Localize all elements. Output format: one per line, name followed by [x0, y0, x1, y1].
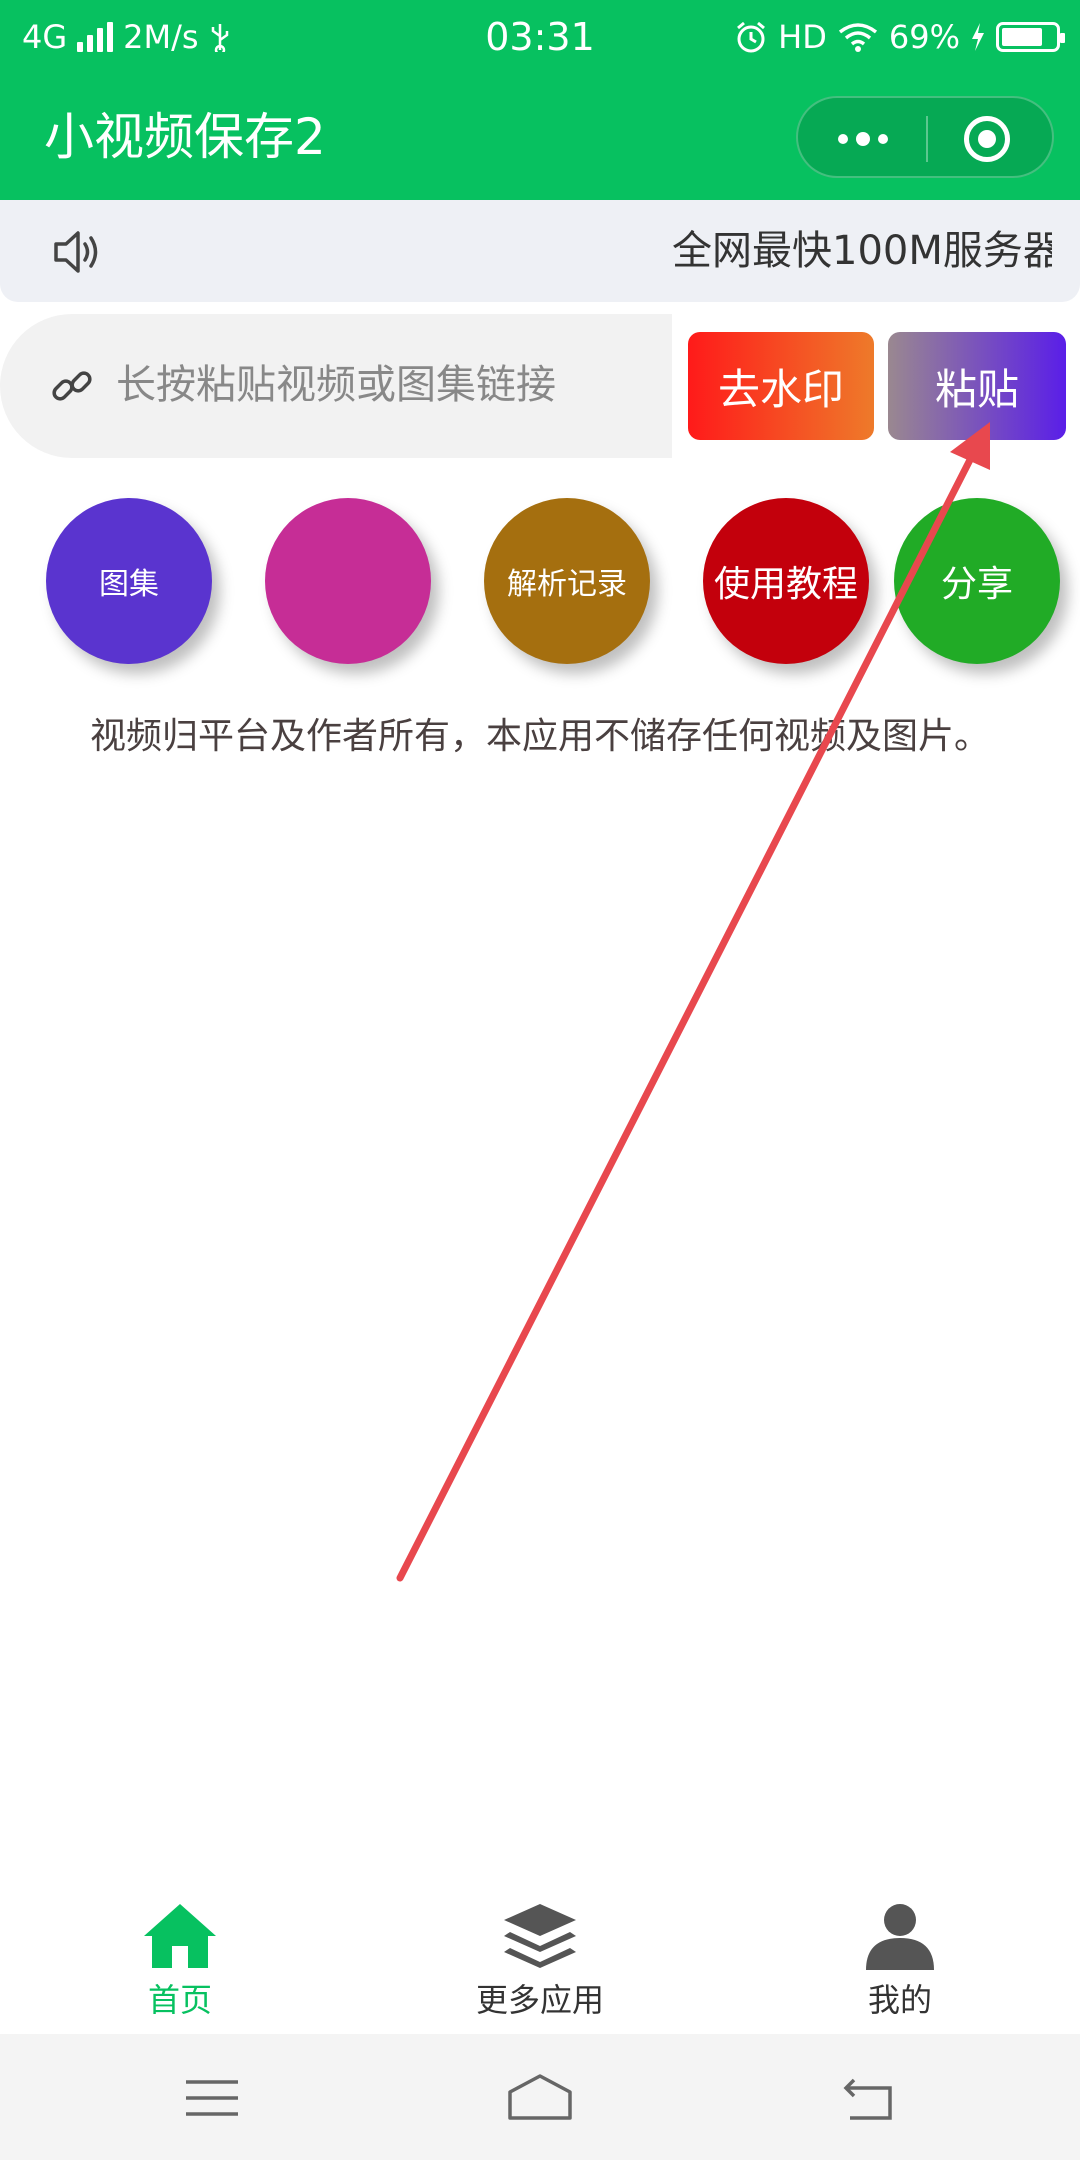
alarm-icon	[737, 21, 766, 53]
charging-icon	[972, 23, 984, 51]
hd-badge: HD	[778, 18, 827, 56]
notice-text: 全网最快100M服务器	[672, 228, 1052, 274]
battery-icon	[996, 22, 1065, 52]
link-icon	[52, 371, 92, 401]
status-right: HD 69%	[734, 14, 1065, 60]
more-dots-icon[interactable]	[828, 98, 898, 180]
system-nav-bar	[0, 2034, 1080, 2160]
tab-home[interactable]: 首页	[0, 1878, 360, 2034]
blank-circle-button[interactable]	[265, 498, 431, 664]
tab-more-apps[interactable]: 更多应用	[360, 1878, 720, 2034]
gallery-button[interactable]: 图集	[46, 498, 212, 664]
tutorial-button[interactable]: 使用教程	[703, 498, 869, 664]
link-input[interactable]: 长按粘贴视频或图集链接	[0, 314, 672, 458]
wifi-icon	[838, 23, 877, 52]
disclaimer-text: 视频归平台及作者所有，本应用不储存任何视频及图片。	[89, 716, 990, 757]
target-icon[interactable]	[964, 116, 1010, 162]
capsule-divider	[926, 116, 928, 162]
status-bar: 4G 2M/s 03:31 HD 69%	[0, 0, 1080, 74]
home-icon	[144, 1904, 216, 1968]
tab-mine[interactable]: 我的	[720, 1878, 1080, 2034]
tab-home-label: 首页	[147, 1981, 212, 2019]
battery-percent: 69%	[888, 18, 960, 56]
back-icon[interactable]	[830, 2070, 910, 2126]
title-bar: 小视频保存2	[0, 74, 1080, 200]
tab-mine-label: 我的	[867, 1981, 932, 2019]
notice-bar: 全网最快100M服务器	[0, 200, 1080, 302]
home-nav-icon[interactable]	[500, 2070, 580, 2126]
share-button[interactable]: 分享	[894, 498, 1060, 664]
paste-button[interactable]: 粘贴	[888, 332, 1066, 440]
parse-history-button[interactable]: 解析记录	[484, 498, 650, 664]
speaker-icon	[54, 231, 98, 273]
tab-more-apps-label: 更多应用	[475, 1981, 604, 2019]
layers-icon	[504, 1904, 576, 1968]
mini-program-capsule	[796, 96, 1054, 178]
remove-watermark-button[interactable]: 去水印	[688, 332, 874, 440]
screen: 4G 2M/s 03:31 HD 69% 小视频保存2 全网最快100M服务器 …	[0, 0, 1080, 2160]
link-input-placeholder: 长按粘贴视频或图集链接	[116, 362, 556, 408]
bottom-tab-bar: 首页 更多应用 我的	[0, 1878, 1080, 2034]
menu-icon[interactable]	[172, 2070, 252, 2126]
user-icon	[866, 1904, 934, 1970]
page-title: 小视频保存2	[44, 108, 326, 166]
